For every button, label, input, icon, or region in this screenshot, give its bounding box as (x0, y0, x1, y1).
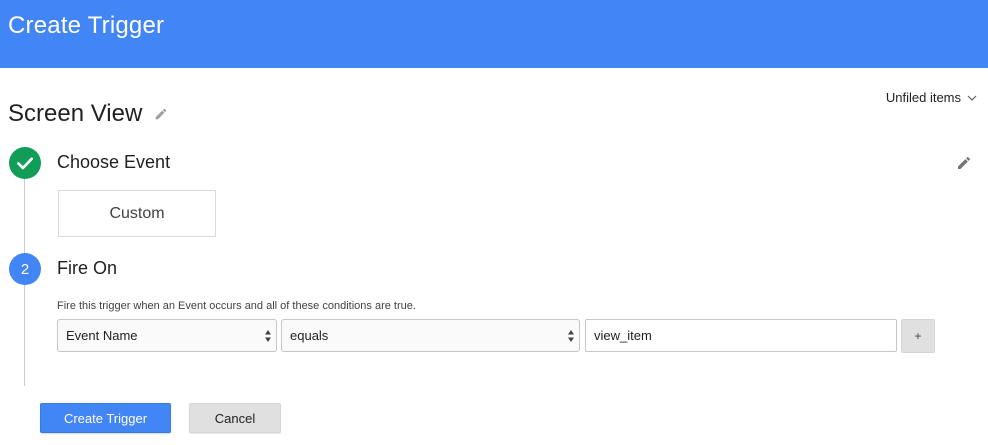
condition-operator-select[interactable]: equals (281, 319, 580, 352)
step-number-badge: 2 (9, 253, 41, 285)
step-title-fire-on: Fire On (57, 258, 118, 278)
condition-value-input[interactable] (585, 319, 897, 352)
trigger-name: Screen View (8, 100, 143, 127)
page-title: Create Trigger (8, 12, 165, 39)
pencil-icon[interactable] (154, 107, 168, 121)
condition-field-select[interactable]: Event Name (57, 319, 277, 352)
updown-arrows-icon (568, 330, 574, 342)
folder-dropdown[interactable]: Unfiled items (886, 90, 977, 105)
cancel-button[interactable]: Cancel (189, 403, 281, 433)
folder-label: Unfiled items (885, 90, 961, 105)
condition-description: Fire this trigger when an Event occurs a… (57, 300, 416, 312)
step-title-choose-event: Choose Event (57, 152, 171, 172)
updown-arrows-icon (265, 330, 271, 342)
checkmark-icon (17, 157, 33, 170)
step-complete-badge (9, 147, 41, 179)
event-type-card[interactable]: Custom (58, 190, 216, 237)
pencil-icon[interactable] (956, 155, 972, 171)
condition-operator-value: equals (290, 328, 329, 343)
create-trigger-button[interactable]: Create Trigger (40, 403, 171, 433)
add-condition-button[interactable]: + (901, 319, 935, 353)
app-header: Create Trigger (0, 0, 988, 68)
chevron-down-icon (967, 95, 977, 101)
condition-field-value: Event Name (66, 328, 138, 343)
